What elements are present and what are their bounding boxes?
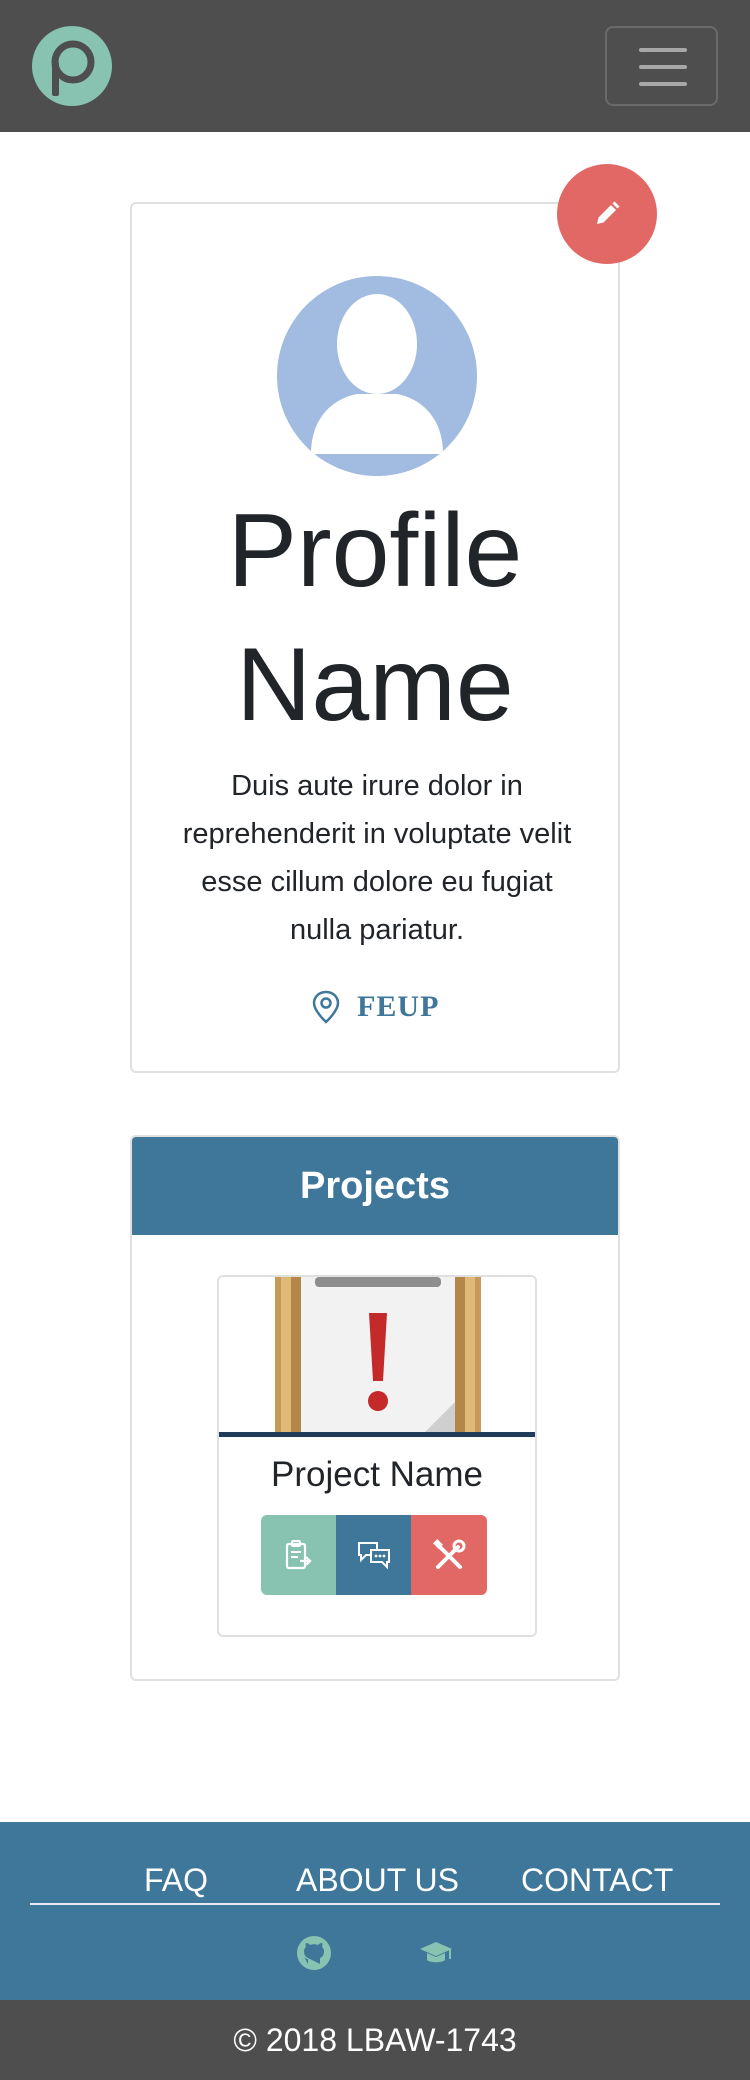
profile-name: Profile Name	[227, 493, 523, 743]
profile-location: FEUP	[132, 990, 618, 1030]
hamburger-icon-line	[639, 65, 687, 69]
tools-icon	[433, 1539, 466, 1569]
user-silhouette-icon	[277, 276, 477, 476]
hamburger-icon-line	[639, 82, 687, 86]
clipboard-exclamation-icon	[275, 1277, 481, 1432]
projects-header: Projects	[132, 1137, 618, 1235]
page: Profile Name Duis aute irure dolor in re…	[0, 0, 750, 2080]
copyright: © 2018 LBAW-1743	[0, 2000, 750, 2080]
edit-profile-button[interactable]	[557, 164, 657, 264]
chat-bubbles-icon	[358, 1542, 390, 1570]
location-link[interactable]: FEUP	[357, 990, 439, 1024]
profile-bio: Duis aute irure dolor in reprehenderit i…	[182, 770, 572, 946]
pencil-icon	[597, 201, 620, 224]
footer-link-contact[interactable]: CONTACT	[521, 1862, 673, 1899]
project-card[interactable]: Project Name	[217, 1275, 537, 1637]
project-actions	[261, 1515, 487, 1595]
project-thumbnail	[219, 1277, 535, 1437]
hamburger-icon	[639, 48, 687, 52]
project-settings-button[interactable]	[411, 1515, 487, 1595]
project-tasks-button[interactable]	[261, 1515, 336, 1595]
navbar	[0, 0, 750, 132]
footer-link-faq[interactable]: FAQ	[144, 1862, 208, 1899]
footer-divider	[30, 1903, 720, 1905]
footer: FAQ ABOUT US CONTACT	[0, 1822, 750, 2000]
p-logo-icon[interactable]	[32, 26, 112, 106]
profile-card: Profile Name Duis aute irure dolor in re…	[130, 202, 620, 1073]
map-pin-icon	[312, 990, 339, 1024]
github-icon[interactable]	[296, 1935, 332, 1971]
clipboard-task-icon	[285, 1540, 312, 1570]
projects-card: Projects Project Name	[130, 1135, 620, 1681]
menu-toggle-button[interactable]	[605, 26, 718, 106]
project-forum-button[interactable]	[336, 1515, 411, 1595]
footer-link-about-us[interactable]: ABOUT US	[296, 1862, 459, 1899]
graduation-cap-icon[interactable]	[418, 1935, 454, 1971]
project-name: Project Name	[270, 1455, 484, 1494]
